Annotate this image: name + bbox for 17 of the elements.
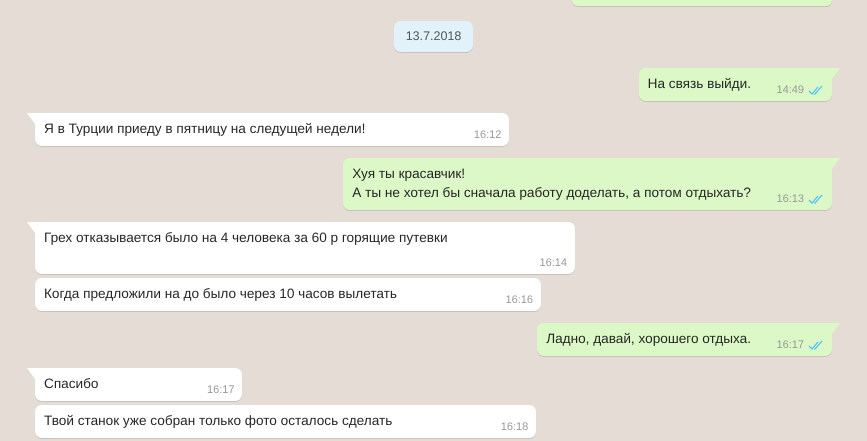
message-time: 16:14	[539, 256, 567, 271]
message-time: 16:12	[474, 128, 502, 143]
message-text: Хуя ты красавчик! А ты не хотел бы сначала работу доделать, а потом отдыхать?	[352, 166, 751, 200]
message-text: Когда предложили на до было через 10 часов вылетать	[44, 286, 397, 301]
message-time: 16:17	[776, 338, 804, 353]
message-text: На связь выйди.	[648, 76, 751, 91]
message-time: 16:13	[776, 192, 804, 207]
message-text: Грех отказывается было на 4 человека за 60 р горящие путевки	[44, 230, 448, 245]
message-time: 16:18	[500, 420, 528, 435]
date-label: 13.7.2018	[394, 21, 474, 52]
message-text: Ладно, давай, хорошего отдыха.	[546, 330, 751, 346]
message-time: 16:16	[505, 292, 533, 308]
message-text: Спасибо	[44, 376, 98, 391]
message-text: Я в Турции приеду в пятницу на следущей недели!	[44, 120, 366, 136]
message-text: Твой станок уже собран только фото осталось сделать	[44, 412, 392, 428]
message-time: 16:17	[206, 382, 234, 398]
message-time: 14:49	[776, 82, 804, 98]
